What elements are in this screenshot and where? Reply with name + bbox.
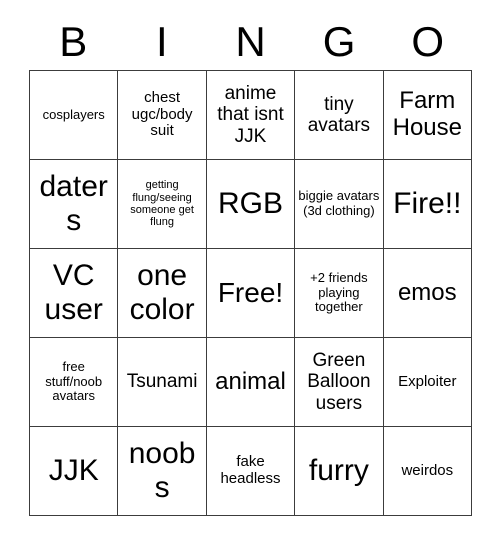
bingo-cell[interactable]: JJK — [30, 427, 119, 516]
bingo-cell[interactable]: weirdos — [383, 427, 472, 516]
bingo-cell[interactable]: tiny avatars — [295, 71, 384, 160]
bingo-cell[interactable]: Fire!! — [383, 160, 472, 249]
bingo-cell-label: daters — [39, 170, 108, 237]
bingo-cell[interactable]: anime that isnt JJK — [206, 71, 296, 160]
bingo-cell[interactable]: Tsunami — [118, 338, 207, 427]
bingo-cell[interactable]: Green Balloon users — [295, 338, 384, 427]
bingo-cell[interactable]: chest ugc/body suit — [118, 71, 207, 160]
bingo-cell-label: Tsunami — [126, 371, 198, 393]
bingo-cell-label: biggie avatars (3d clothing) — [298, 188, 380, 218]
header-letter-g: G — [322, 18, 356, 65]
bingo-cell[interactable]: biggie avatars (3d clothing) — [295, 160, 384, 249]
bingo-cell-label: Exploiter — [398, 372, 457, 390]
bingo-cell[interactable]: Exploiter — [383, 338, 472, 427]
bingo-cell-free[interactable]: Free! — [206, 249, 296, 338]
header-letter-n: N — [235, 18, 266, 65]
bingo-grid: cosplayers chest ugc/body suit anime that … — [29, 70, 472, 516]
bingo-cell-label: getting flung/seeing someone get flung — [130, 179, 194, 229]
bingo-cell[interactable]: VC user — [30, 249, 119, 338]
bingo-cell[interactable]: cosplayers — [30, 71, 119, 160]
bingo-card: B I N G O cosplayers chest ugc/body suit a… — [0, 0, 500, 544]
bingo-cell-label: Free! — [217, 277, 284, 309]
bingo-cell-label: weirdos — [401, 461, 454, 479]
bingo-cell-label: fake headless — [220, 453, 281, 487]
bingo-cell-label: one color — [129, 259, 195, 326]
bingo-cell-label: free stuff/noob avatars — [45, 359, 103, 404]
bingo-cell-label: Green Balloon users — [307, 350, 371, 414]
bingo-cell-label: Fire!! — [393, 187, 462, 221]
bingo-cell[interactable]: emos — [383, 249, 472, 338]
bingo-cell-label: emos — [397, 278, 457, 306]
bingo-header: B I N G O — [29, 14, 472, 70]
bingo-cell[interactable]: fake headless — [206, 427, 296, 516]
header-letter-i: I — [156, 18, 168, 65]
bingo-cell-label: noobs — [128, 437, 196, 504]
bingo-cell[interactable]: noobs — [118, 427, 207, 516]
bingo-cell-label: JJK — [48, 454, 99, 488]
bingo-cell-label: VC user — [44, 259, 103, 326]
bingo-cell-label: chest ugc/body suit — [131, 88, 193, 140]
bingo-cell[interactable]: Farm House — [383, 71, 472, 160]
bingo-cell-label: anime that isnt JJK — [217, 83, 284, 147]
bingo-cell[interactable]: +2 friends playing together — [295, 249, 384, 338]
bingo-cell[interactable]: furry — [295, 427, 384, 516]
header-letter-b: B — [59, 18, 88, 65]
bingo-cell[interactable]: daters — [30, 160, 119, 249]
bingo-cell-label: +2 friends playing together — [310, 270, 368, 315]
bingo-cell[interactable]: getting flung/seeing someone get flung — [118, 160, 207, 249]
bingo-cell-label: furry — [308, 454, 369, 488]
bingo-cell-label: tiny avatars — [307, 93, 371, 136]
bingo-cell-label: cosplayers — [42, 106, 105, 122]
bingo-cell-label: animal — [215, 367, 286, 395]
bingo-cell[interactable]: one color — [118, 249, 207, 338]
bingo-cell-label: Farm House — [392, 87, 462, 141]
bingo-cell[interactable]: animal — [206, 338, 296, 427]
bingo-cell-label: RGB — [217, 187, 283, 221]
bingo-cell[interactable]: RGB — [206, 160, 296, 249]
header-letter-o: O — [411, 18, 444, 65]
bingo-cell[interactable]: free stuff/noob avatars — [30, 338, 119, 427]
